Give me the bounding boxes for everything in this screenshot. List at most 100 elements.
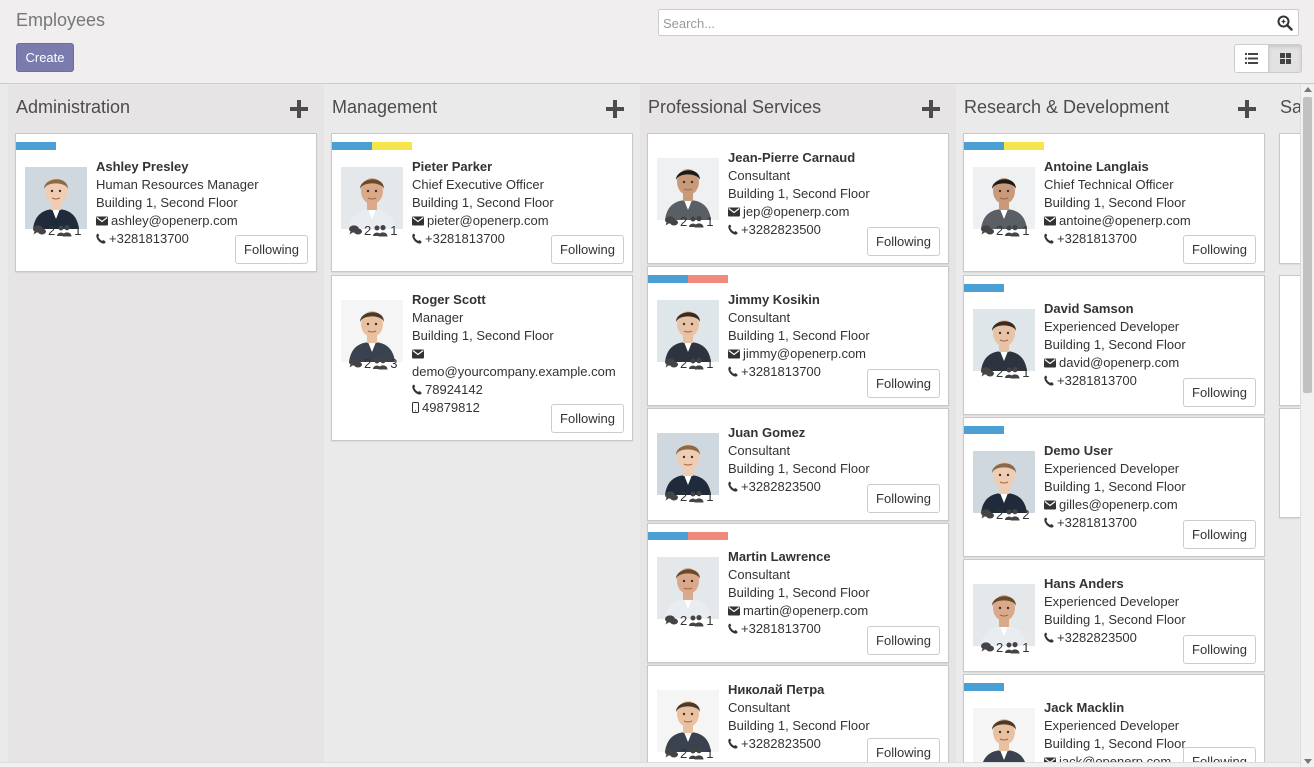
phone-number[interactable]: 78924142	[425, 382, 483, 397]
following-button[interactable]: Following	[235, 235, 308, 264]
email-address[interactable]: gilles@openerp.com	[1059, 497, 1178, 512]
column-title[interactable]: Sa	[1280, 97, 1300, 118]
following-button[interactable]: Following	[867, 369, 940, 398]
scroll-thumb[interactable]	[1303, 97, 1312, 393]
employee-card[interactable]: 2 1 David Samson Experienced Developer Build…	[963, 275, 1265, 415]
employee-name[interactable]: Ashley Presley	[96, 158, 312, 176]
column-title[interactable]: Research & Development	[964, 97, 1169, 118]
employee-card[interactable]: 2 1 Jean-Pierre Carnaud Consultant Building …	[647, 133, 949, 264]
horizontal-scrollbar[interactable]	[0, 762, 1300, 767]
phone-number[interactable]: +3281813700	[1057, 231, 1137, 246]
search-input[interactable]	[663, 14, 1263, 32]
phone-number[interactable]: +3281813700	[1057, 515, 1137, 530]
phone-number[interactable]: +3282823500	[1057, 630, 1137, 645]
email-address[interactable]: jimmy@openerp.com	[743, 346, 866, 361]
mobile-number[interactable]: 49879812	[422, 400, 480, 415]
phone-number[interactable]: +3281813700	[109, 231, 189, 246]
email-address[interactable]: demo@yourcompany.example.com	[412, 364, 616, 379]
phone-number[interactable]: +3282823500	[741, 479, 821, 494]
following-button[interactable]: Following	[867, 484, 940, 513]
employee-photo[interactable]	[973, 451, 1035, 513]
employee-photo[interactable]	[973, 309, 1035, 371]
employee-photo[interactable]	[973, 167, 1035, 229]
employee-photo[interactable]	[341, 300, 403, 362]
email-address[interactable]: martin@openerp.com	[743, 603, 868, 618]
email-address[interactable]: jep@openerp.com	[743, 204, 849, 219]
column-title[interactable]: Administration	[16, 97, 130, 118]
employee-name[interactable]: Jack Macklin	[1044, 699, 1260, 717]
employee-name[interactable]: Juan Gomez	[728, 424, 944, 442]
create-button[interactable]: Create	[16, 43, 74, 72]
email-address[interactable]: antoine@openerp.com	[1059, 213, 1191, 228]
employee-card[interactable]: 2 1 Hans Anders Experienced Developer Buildi…	[963, 559, 1265, 672]
following-button[interactable]: Following	[1183, 378, 1256, 407]
list-view-button[interactable]	[1235, 45, 1268, 72]
employee-card[interactable]: 2 1 Ashley Presley Human Resources Manager B…	[15, 133, 317, 272]
phone-number[interactable]: +3282823500	[741, 736, 821, 751]
following-button[interactable]: Following	[551, 404, 624, 433]
phone-number[interactable]: +3281813700	[425, 231, 505, 246]
employee-name[interactable]: Martin Lawrence	[728, 548, 944, 566]
phone-number[interactable]: +3282823500	[741, 222, 821, 237]
users-icon	[689, 614, 704, 626]
employee-name[interactable]: Antoine Langlais	[1044, 158, 1260, 176]
search-box[interactable]	[658, 9, 1299, 36]
scroll-up-arrow[interactable]	[1304, 87, 1312, 92]
plus-icon[interactable]	[1238, 100, 1256, 118]
employee-card[interactable]: 2 1 Antoine Langlais Chief Technical Office…	[963, 133, 1265, 272]
employee-photo[interactable]	[657, 158, 719, 220]
column-title[interactable]: Professional Services	[648, 97, 821, 118]
employee-photo[interactable]	[341, 167, 403, 229]
following-button[interactable]: Following	[1183, 635, 1256, 664]
employee-name[interactable]: Demo User	[1044, 442, 1260, 460]
employee-card[interactable]	[1279, 275, 1300, 406]
employee-photo[interactable]	[973, 584, 1035, 646]
kanban-view-button[interactable]	[1268, 45, 1301, 72]
employee-photo[interactable]	[657, 690, 719, 752]
card-stats: 21	[665, 214, 735, 229]
phone-number[interactable]: +3281813700	[741, 364, 821, 379]
employee-name[interactable]: Николай Петра	[728, 681, 944, 699]
employee-photo[interactable]	[657, 433, 719, 495]
following-button[interactable]: Following	[1183, 520, 1256, 549]
phone-number[interactable]: +3281813700	[741, 621, 821, 636]
email-address[interactable]: ashley@openerp.com	[111, 213, 238, 228]
search-icon[interactable]	[1277, 15, 1293, 31]
employee-photo[interactable]	[657, 557, 719, 619]
plus-icon[interactable]	[606, 100, 624, 118]
vertical-scrollbar[interactable]	[1300, 85, 1314, 767]
employee-card[interactable]: 2 2 Demo User Experienced Developer Building…	[963, 417, 1265, 557]
employee-card[interactable]: 21Jack MacklinExperienced DeveloperBuild…	[963, 674, 1265, 767]
category-tag	[648, 532, 688, 540]
plus-icon[interactable]	[290, 100, 308, 118]
employee-name[interactable]: David Samson	[1044, 300, 1260, 318]
employee-name[interactable]: Hans Anders	[1044, 575, 1260, 593]
following-button[interactable]: Following	[867, 227, 940, 256]
employee-name[interactable]: Roger Scott	[412, 291, 628, 309]
employee-name[interactable]: Jimmy Kosikin	[728, 291, 944, 309]
employee-card[interactable]: 2 1 Martin Lawrence Consultant Building 1, S…	[647, 523, 949, 663]
employee-card[interactable]	[1279, 133, 1300, 264]
email-address[interactable]: david@openerp.com	[1059, 355, 1179, 370]
employee-photo[interactable]	[657, 300, 719, 362]
employee-info: Jean-Pierre Carnaud Consultant Building 1,…	[728, 149, 944, 239]
column-title[interactable]: Management	[332, 97, 437, 118]
employee-card[interactable]: 2 1 Pieter Parker Chief Executive Officer Bu…	[331, 133, 633, 272]
following-button[interactable]: Following	[1183, 235, 1256, 264]
employee-name[interactable]: Jean-Pierre Carnaud	[728, 149, 944, 167]
plus-icon[interactable]	[922, 100, 940, 118]
employee-photo[interactable]	[973, 708, 1035, 767]
employee-card[interactable]: 2 3 Roger Scott Manager Building 1, Second F…	[331, 275, 633, 441]
employee-card[interactable]: 2 1 Николай Петра Consultant Building 1, Sec…	[647, 665, 949, 767]
employee-photo[interactable]	[25, 167, 87, 229]
employee-card[interactable]	[1279, 408, 1300, 518]
employee-name[interactable]: Pieter Parker	[412, 158, 628, 176]
scroll-down-arrow[interactable]	[1304, 759, 1312, 764]
following-button[interactable]: Following	[867, 626, 940, 655]
comments-icon	[349, 358, 362, 368]
employee-card[interactable]: 2 1 Juan Gomez Consultant Building 1, Second…	[647, 408, 949, 521]
email-address[interactable]: pieter@openerp.com	[427, 213, 549, 228]
employee-card[interactable]: 2 1 Jimmy Kosikin Consultant Building 1, Sec…	[647, 266, 949, 406]
phone-number[interactable]: +3281813700	[1057, 373, 1137, 388]
following-button[interactable]: Following	[551, 235, 624, 264]
